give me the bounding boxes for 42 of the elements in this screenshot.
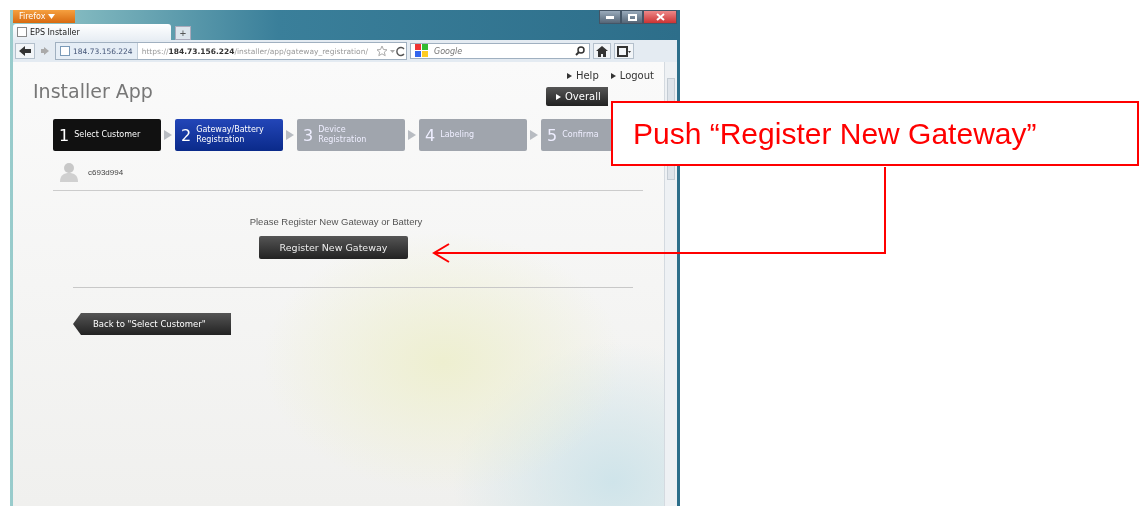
overall-button[interactable]: Overall [546,87,608,106]
minimize-icon [606,15,614,19]
bookmarks-icon [617,45,631,57]
maximize-button[interactable] [621,10,643,24]
register-gateway-button[interactable]: Register New Gateway [259,236,408,259]
new-tab-button[interactable]: + [175,26,191,40]
forward-arrow-icon [40,46,50,56]
search-icon[interactable] [575,46,585,56]
step-arrow-icon [164,130,172,140]
step-arrow-icon [408,130,416,140]
step-arrow-icon [286,130,294,140]
step-arrow-icon [530,130,538,140]
triangle-icon [556,93,561,100]
triangle-icon [610,72,616,79]
maximize-icon [627,13,637,21]
app-title: Installer App [33,80,153,104]
annotation-callout: Push “Register New Gateway” [611,101,1139,166]
triangle-icon [566,72,572,79]
minimize-button[interactable] [599,10,621,24]
close-icon [655,13,665,21]
tab-title: EPS Installer [30,27,80,37]
wizard-step: 1 Select Customer [53,119,161,151]
header-link[interactable]: Help [566,70,599,81]
user-id: c693d994 [88,167,124,177]
google-logo-icon [415,44,431,58]
home-button[interactable] [593,43,611,59]
back-arrow-icon [18,45,32,57]
bookmark-star-icon[interactable] [376,45,406,57]
close-button[interactable] [643,10,677,24]
page-icon [60,46,70,56]
search-field[interactable]: Google [410,43,590,59]
wizard-step: 4 Labeling [419,119,527,151]
browser-tab[interactable]: EPS Installer [13,24,171,40]
user-avatar-icon [60,162,78,182]
instruction-text: Please Register New Gateway or Battery [248,216,424,227]
header-link[interactable]: Logout [610,70,654,81]
home-icon [596,45,608,57]
caret-icon [48,14,56,19]
page-icon [17,27,27,37]
back-button[interactable] [15,43,35,59]
back-button[interactable]: Back to "Select Customer" [73,313,231,335]
bookmarks-button[interactable] [614,43,634,59]
